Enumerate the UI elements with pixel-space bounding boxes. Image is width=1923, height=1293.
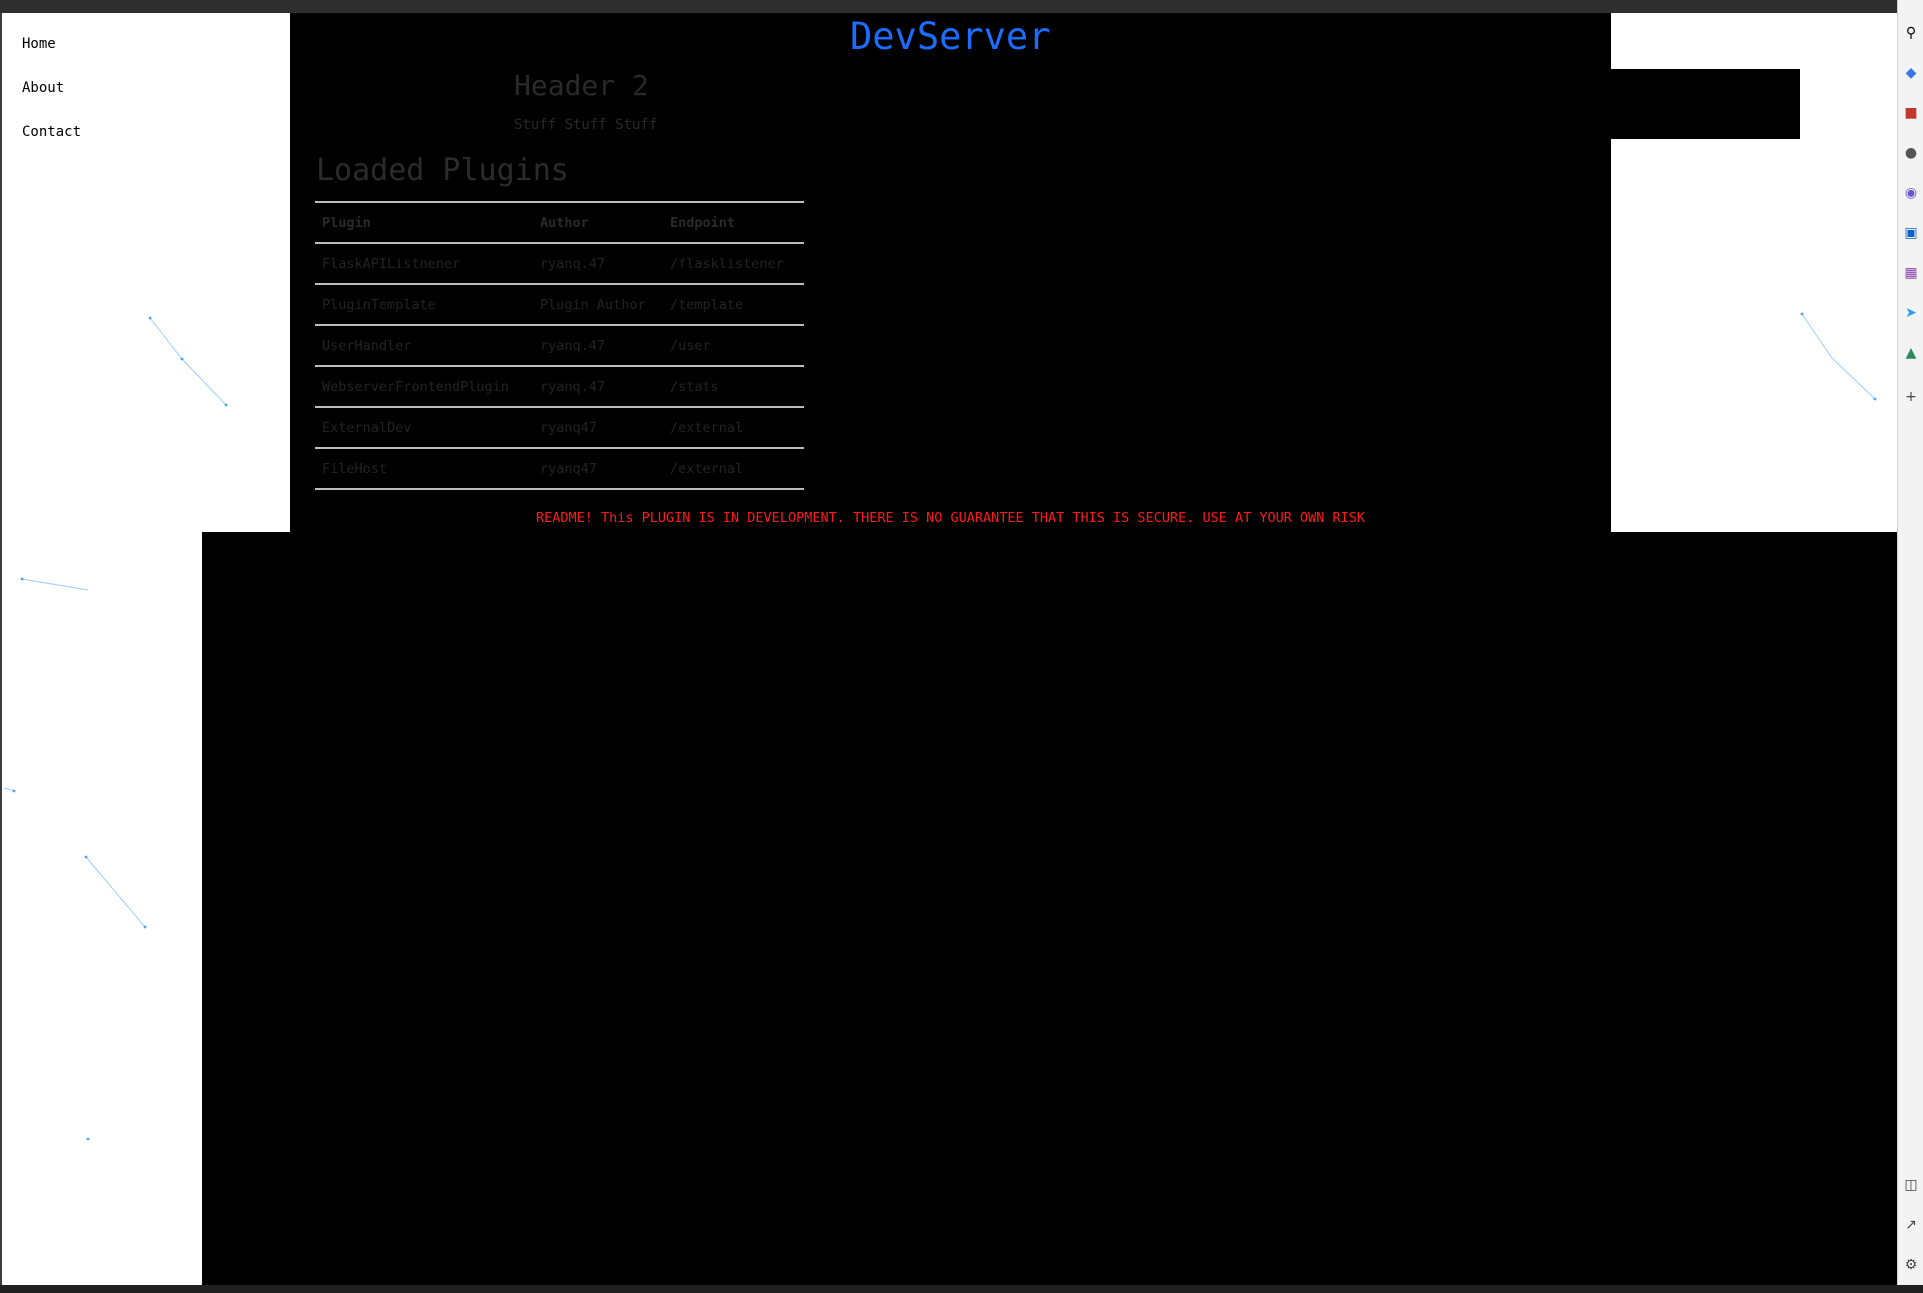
- site-title: DevServer: [850, 15, 1051, 58]
- particle-dot: [1800, 312, 1804, 316]
- nav-link-home[interactable]: Home: [22, 36, 56, 52]
- particle-link: [1831, 357, 1876, 400]
- plugin-name-cell: ExternalDev: [315, 407, 533, 449]
- particle-link: [21, 578, 89, 591]
- plugins-heading: Loaded Plugins: [316, 153, 569, 188]
- copilot-icon[interactable]: ◉: [1902, 184, 1920, 202]
- table-row: ExternalDev ryanq47 /external: [315, 407, 804, 449]
- particle-dot: [143, 925, 147, 929]
- person-icon[interactable]: ●: [1902, 144, 1920, 162]
- column-header-endpoint: Endpoint: [663, 202, 804, 244]
- section-subtext: Stuff Stuff Stuff: [514, 117, 658, 133]
- plugin-endpoint-cell: /user: [663, 325, 804, 367]
- plugin-name-cell: PluginTemplate: [315, 284, 533, 326]
- plugin-endpoint-cell: /external: [663, 407, 804, 449]
- right-black-bar: [1610, 69, 1800, 139]
- outlook-icon[interactable]: ▣: [1902, 224, 1920, 242]
- browser-viewport: Home About Contact DevServer Header 2 St…: [2, 13, 1897, 1285]
- table-header-row: Plugin Author Endpoint: [315, 202, 804, 244]
- plugin-name-cell: FileHost: [315, 448, 533, 490]
- column-header-author: Author: [533, 202, 663, 244]
- table-row: FlaskAPIListnener ryanq.47 /flasklistene…: [315, 243, 804, 285]
- column-header-plugin: Plugin: [315, 202, 533, 244]
- add-icon[interactable]: +: [1902, 388, 1920, 406]
- plugin-endpoint-cell: /stats: [663, 366, 804, 408]
- plugin-author-cell: Plugin Author: [533, 284, 663, 326]
- particle-dot: [86, 1137, 90, 1141]
- particle-dot: [1873, 397, 1877, 401]
- plugins-table: Plugin Author Endpoint FlaskAPIListnener…: [315, 201, 804, 490]
- particle-dot: [84, 855, 88, 859]
- table-row: PluginTemplate Plugin Author /template: [315, 284, 804, 326]
- plugin-endpoint-cell: /external: [663, 448, 804, 490]
- table-row: FileHost ryanq47 /external: [315, 448, 804, 490]
- plugin-author-cell: ryanq.47: [533, 243, 663, 285]
- os-taskbar: [0, 1285, 1923, 1293]
- screenshot-stage: Home About Contact DevServer Header 2 St…: [0, 0, 1923, 1293]
- split-screen-icon[interactable]: ◫: [1902, 1176, 1920, 1194]
- tree-icon[interactable]: ▲: [1902, 344, 1920, 362]
- plugin-author-cell: ryanq47: [533, 407, 663, 449]
- table-row: WebserverFrontendPlugin ryanq.47 /stats: [315, 366, 804, 408]
- settings-icon[interactable]: ⚙: [1902, 1256, 1920, 1274]
- plugin-name-cell: UserHandler: [315, 325, 533, 367]
- plugin-author-cell: ryanq.47: [533, 366, 663, 408]
- tag-icon[interactable]: ◆: [1902, 64, 1920, 82]
- particle-link: [1801, 313, 1833, 359]
- nav-link-contact[interactable]: Contact: [22, 124, 81, 140]
- browser-sidebar: ⚲ ◆ ■ ● ◉ ▣ ▦ ➤ ▲ + ◫ ↗ ⚙: [1897, 0, 1923, 1293]
- briefcase-icon[interactable]: ■: [1902, 104, 1920, 122]
- external-link-icon[interactable]: ↗: [1902, 1216, 1920, 1234]
- section-header: Header 2: [514, 69, 649, 102]
- readme-warning: README! This PLUGIN IS IN DEVELOPMENT. T…: [535, 510, 1366, 526]
- plugin-endpoint-cell: /template: [663, 284, 804, 326]
- side-nav: Home About Contact: [2, 13, 290, 533]
- image-icon[interactable]: ▦: [1902, 264, 1920, 282]
- table-row: UserHandler ryanq.47 /user: [315, 325, 804, 367]
- plugin-endpoint-cell: /flasklistener: [663, 243, 804, 285]
- plugin-name-cell: WebserverFrontendPlugin: [315, 366, 533, 408]
- particle-link: [3, 787, 15, 792]
- send-icon[interactable]: ➤: [1902, 304, 1920, 322]
- particle-dot: [12, 789, 16, 793]
- plugin-author-cell: ryanq.47: [533, 325, 663, 367]
- search-icon[interactable]: ⚲: [1902, 24, 1920, 42]
- particle-link: [85, 856, 146, 928]
- nav-link-about[interactable]: About: [22, 80, 64, 96]
- plugin-author-cell: ryanq47: [533, 448, 663, 490]
- plugin-name-cell: FlaskAPIListnener: [315, 243, 533, 285]
- browser-top-strip: [0, 0, 1923, 13]
- particle-dot: [20, 577, 24, 581]
- lower-canvas-panel: [202, 532, 1897, 1285]
